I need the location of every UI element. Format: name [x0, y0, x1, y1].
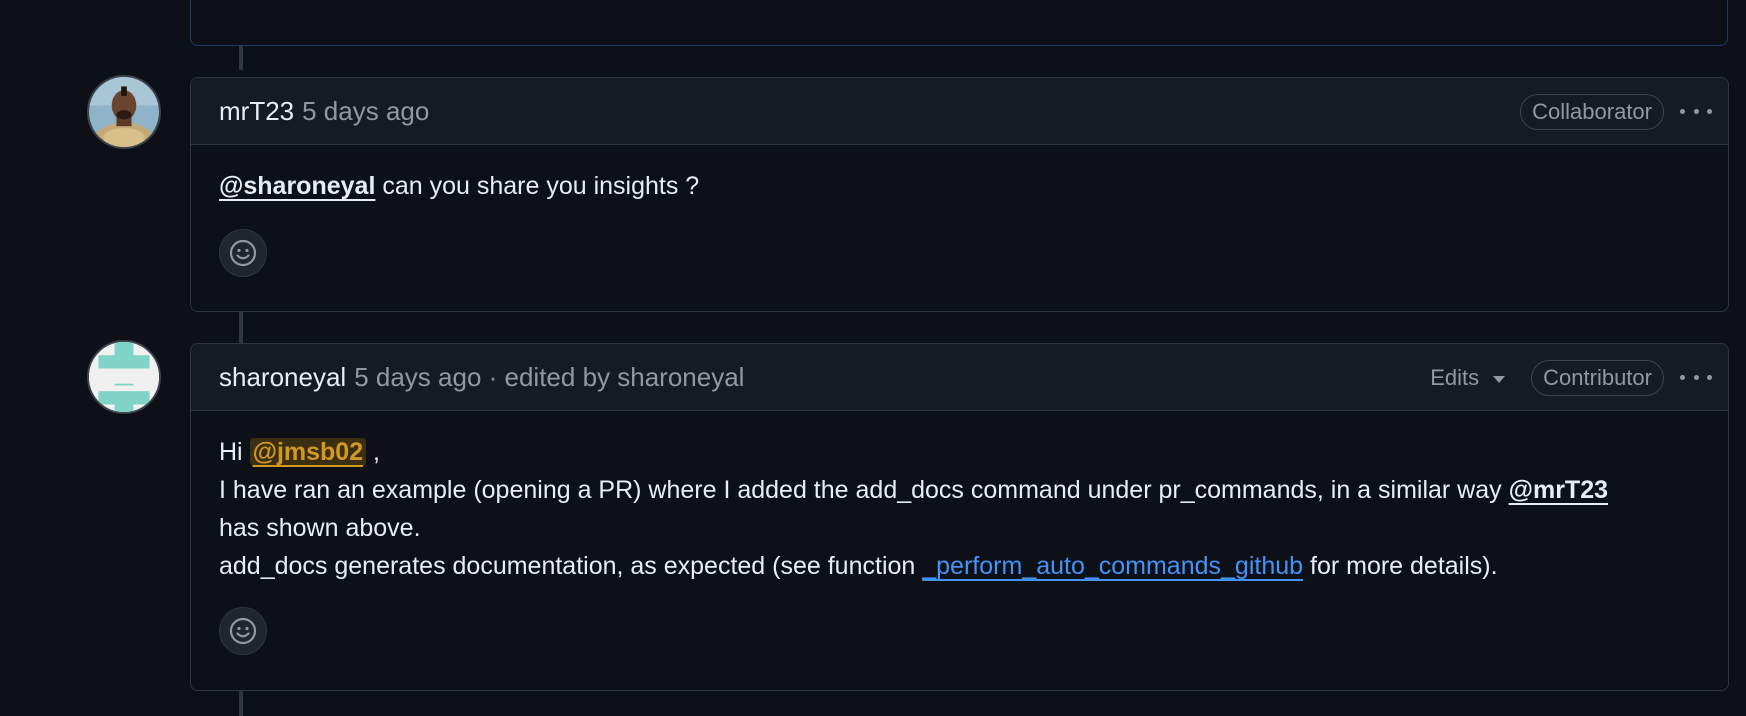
- avatar-sharoneyal-identicon: [89, 342, 159, 412]
- comment-author[interactable]: mrT23: [219, 96, 294, 127]
- comment-body: @sharoneyal can you share you insights ?: [191, 145, 1728, 205]
- add-reaction-button[interactable]: [219, 607, 267, 655]
- smiley-icon: [229, 239, 257, 267]
- timeline-connector: [239, 44, 243, 70]
- timeline: mrT23 5 days ago Collaborator @sharoneya…: [0, 0, 1746, 716]
- edits-dropdown[interactable]: Edits: [1430, 364, 1506, 391]
- comment-body: Hi @jmsb02 , I have ran an example (open…: [191, 411, 1728, 585]
- timeline-connector: [239, 312, 243, 344]
- comment-text: has shown above.: [219, 514, 421, 542]
- comment-line: has shown above.: [219, 509, 1700, 547]
- edits-label: Edits: [1430, 364, 1480, 390]
- comment-text: can you share you insights ?: [375, 172, 700, 200]
- timeline-connector: [239, 690, 243, 716]
- kebab-horizontal-icon[interactable]: [1680, 366, 1712, 390]
- avatar[interactable]: [87, 75, 161, 149]
- triangle-down-icon: [1493, 376, 1506, 383]
- previous-comment-card: [190, 0, 1728, 46]
- role-badge: Contributor: [1531, 359, 1664, 396]
- add-reaction-button[interactable]: [219, 229, 267, 277]
- user-mention-link[interactable]: @mrT23: [1509, 476, 1608, 504]
- comment-line: Hi @jmsb02 ,: [219, 433, 1700, 471]
- comment-timestamp[interactable]: 5 days ago · edited by sharoneyal: [354, 362, 744, 393]
- comment-header: sharoneyal 5 days ago · edited by sharon…: [191, 344, 1728, 411]
- avatar-mrt23-image: [89, 77, 159, 147]
- comment-line: I have ran an example (opening a PR) whe…: [219, 471, 1700, 509]
- comment-text: ,: [366, 438, 381, 466]
- comment-header-actions: Collaborator: [1520, 78, 1712, 145]
- kebab-horizontal-icon[interactable]: [1680, 100, 1712, 124]
- user-mention-link[interactable]: @sharoneyal: [219, 172, 375, 200]
- comment-text: Hi: [219, 438, 250, 466]
- comment-card: mrT23 5 days ago Collaborator @sharoneya…: [190, 77, 1729, 312]
- comment-header-actions: Edits Contributor: [1430, 344, 1712, 411]
- smiley-icon: [229, 617, 257, 645]
- avatar[interactable]: [87, 340, 161, 414]
- comment-text: I have ran an example (opening a PR) whe…: [219, 476, 1509, 504]
- comment-text: add_docs generates documentation, as exp…: [219, 552, 923, 580]
- comment-line: add_docs generates documentation, as exp…: [219, 547, 1700, 585]
- function-link[interactable]: _perform_auto_commands_github: [922, 552, 1303, 580]
- role-badge: Collaborator: [1520, 93, 1664, 130]
- comment-timestamp[interactable]: 5 days ago: [302, 96, 429, 127]
- comment-text: for more details).: [1303, 552, 1498, 580]
- self-mention-link[interactable]: @jmsb02: [249, 438, 367, 466]
- comment-card: sharoneyal 5 days ago · edited by sharon…: [190, 343, 1729, 691]
- comment-author[interactable]: sharoneyal: [219, 362, 346, 393]
- comment-header: mrT23 5 days ago Collaborator: [191, 78, 1728, 145]
